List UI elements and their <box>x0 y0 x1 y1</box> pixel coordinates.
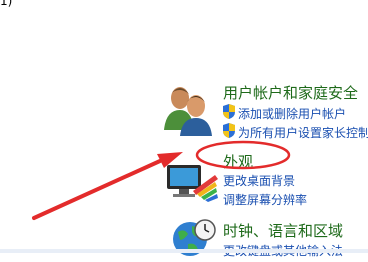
users-icon[interactable] <box>160 84 216 136</box>
category-title-clock-language-region[interactable]: 时钟、语言和区域 <box>223 220 343 241</box>
bottom-strip <box>0 249 368 253</box>
uac-shield-icon <box>223 104 235 119</box>
link-adjust-resolution[interactable]: 调整屏幕分辨率 <box>223 191 307 208</box>
top-fragment: 1) <box>0 0 13 8</box>
link-add-remove-user[interactable]: 添加或删除用户帐户 <box>238 105 346 122</box>
link-parental-controls[interactable]: 为所有用户设置家长控制 <box>238 124 368 141</box>
uac-shield-icon <box>223 123 235 138</box>
annotation-arrow <box>32 159 162 220</box>
link-change-desktop-background[interactable]: 更改桌面背景 <box>223 172 295 189</box>
category-title-users[interactable]: 用户帐户和家庭安全 <box>223 82 358 103</box>
category-title-appearance[interactable]: 外观 <box>223 151 253 172</box>
appearance-icon[interactable] <box>163 161 219 203</box>
